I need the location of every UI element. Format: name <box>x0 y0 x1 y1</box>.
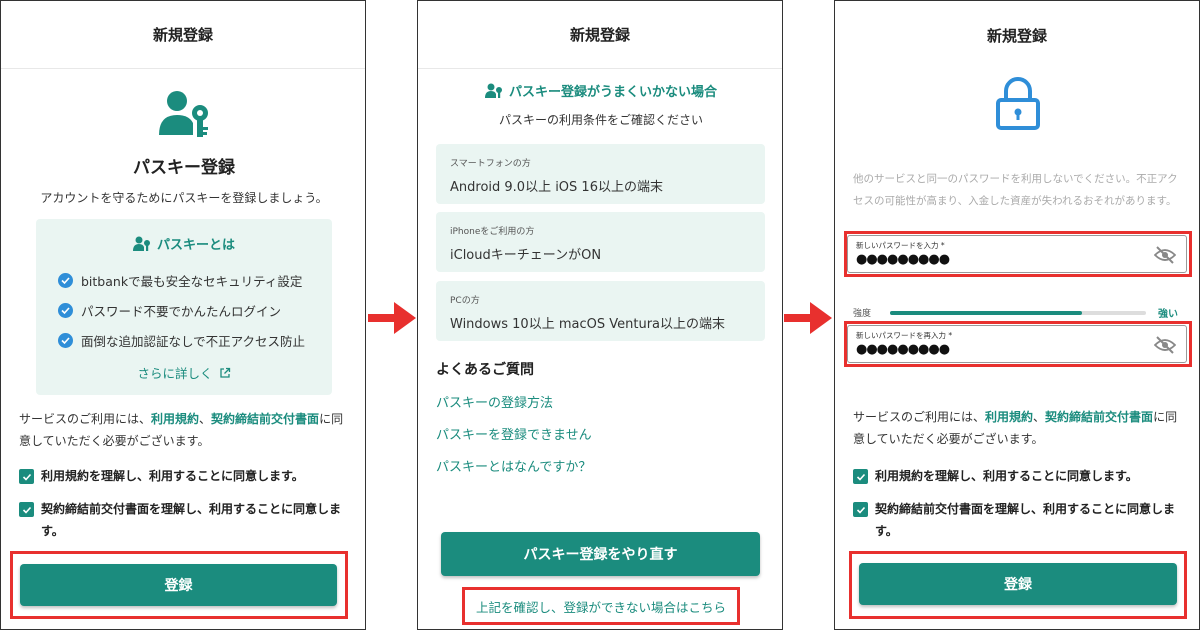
section-subtitle: パスキーの利用条件をご確認ください <box>498 113 703 127</box>
faq-link[interactable]: パスキーの登録方法 <box>436 392 553 411</box>
strength-meter-fill <box>890 311 1082 315</box>
contract-checkbox-row[interactable]: 契約締結前交付書面を理解し、利用することに同意します。 <box>853 498 1183 542</box>
register-button[interactable]: 登録 <box>20 564 337 606</box>
password-register-screen: 新規登録 他のサービスと同一のパスワードを利用しないでください。不正アクセスの可… <box>834 0 1200 630</box>
learn-more-link[interactable]: さらに詳しく <box>36 363 332 382</box>
page-title: 新規登録 <box>986 26 1047 45</box>
check-circle-icon <box>58 333 73 348</box>
requirement-card: スマートフォンの方 Android 9.0以上 iOS 16以上の端末 <box>436 144 765 204</box>
checkbox-checked[interactable] <box>19 502 34 517</box>
arrow-right-icon <box>368 302 416 334</box>
page-title: 新規登録 <box>1 1 365 69</box>
terms-link[interactable]: 利用規約 <box>151 412 199 426</box>
user-key-icon <box>132 236 150 251</box>
check-circle-icon <box>58 303 73 318</box>
list-item: 面倒な追加認証なしで不正アクセス防止 <box>58 331 305 350</box>
agreement-text: サービスのご利用には、利用規約、契約締結前交付書面に同意していただく必要がござい… <box>853 410 1178 446</box>
retry-passkey-button[interactable]: パスキー登録をやり直す <box>441 532 760 576</box>
contract-doc-link[interactable]: 契約締結前交付書面 <box>211 412 319 426</box>
section-subtitle: アカウントを守るためにパスキーを登録しましょう。 <box>40 191 328 205</box>
agreement-text: サービスのご利用には、利用規約、契約締結前交付書面に同意していただく必要がござい… <box>19 412 344 448</box>
password-field[interactable]: 新しいパスワードを入力 * ●●●●●●●●● <box>847 235 1187 273</box>
confirm-password-field[interactable]: 新しいパスワードを再入力 * ●●●●●●●●● <box>847 325 1187 363</box>
section-title: パスキー登録 <box>133 158 235 178</box>
page-title: 新規登録 <box>418 1 782 69</box>
lock-icon <box>996 77 1040 130</box>
checkbox-checked[interactable] <box>853 469 868 484</box>
checkbox-checked[interactable] <box>19 469 34 484</box>
faq-link[interactable]: パスキーとはなんですか？ <box>436 456 591 475</box>
arrow-right-icon <box>784 302 832 334</box>
list-item: bitbankで最も安全なセキュリティ設定 <box>58 271 302 290</box>
strength-value: 強い <box>1158 309 1178 320</box>
contract-doc-link[interactable]: 契約締結前交付書面 <box>1045 410 1153 424</box>
faq-link[interactable]: パスキーを登録できません <box>436 424 592 443</box>
check-circle-icon <box>58 273 73 288</box>
strength-meter <box>890 311 1146 315</box>
user-key-icon <box>484 83 502 98</box>
passkey-register-screen: 新規登録 パスキー登録 アカウントを守るためにパスキーを登録しましょう。 パスキ… <box>0 0 366 630</box>
eye-off-icon[interactable] <box>1154 336 1176 354</box>
requirement-card: PCの方 Windows 10以上 macOS Ventura以上の端末 <box>436 281 765 341</box>
passkey-troubleshoot-screen: 新規登録 パスキー登録がうまくいかない場合 パスキーの利用条件をご確認ください … <box>417 0 783 630</box>
strength-label: 強度 <box>853 309 872 319</box>
external-link-icon <box>219 367 230 378</box>
terms-checkbox-row[interactable]: 利用規約を理解し、利用することに同意します。 <box>19 465 349 487</box>
terms-checkbox-row[interactable]: 利用規約を理解し、利用することに同意します。 <box>853 465 1183 487</box>
list-item: パスワード不要でかんたんログイン <box>58 301 281 320</box>
section-title: パスキー登録がうまくいかない場合 <box>418 81 782 100</box>
user-key-icon <box>159 91 208 137</box>
password-warning: 他のサービスと同一のパスワードを利用しないでください。不正アクセスの可能性が高ま… <box>853 173 1178 207</box>
eye-off-icon[interactable] <box>1154 246 1176 264</box>
contract-checkbox-row[interactable]: 契約締結前交付書面を理解し、利用することに同意します。 <box>19 498 355 542</box>
requirement-card: iPhoneをご利用の方 iCloudキーチェーンがON <box>436 212 765 272</box>
fallback-link[interactable]: 上記を確認し、登録ができない場合はこちら <box>418 597 782 616</box>
terms-link[interactable]: 利用規約 <box>985 410 1033 424</box>
register-button[interactable]: 登録 <box>859 563 1177 605</box>
faq-heading: よくあるご質問 <box>436 362 534 378</box>
passkey-info-box: パスキーとは bitbankで最も安全なセキュリティ設定 パスワード不要でかんた… <box>36 219 332 395</box>
info-box-heading: パスキーとは <box>36 234 332 253</box>
checkbox-checked[interactable] <box>853 502 868 517</box>
